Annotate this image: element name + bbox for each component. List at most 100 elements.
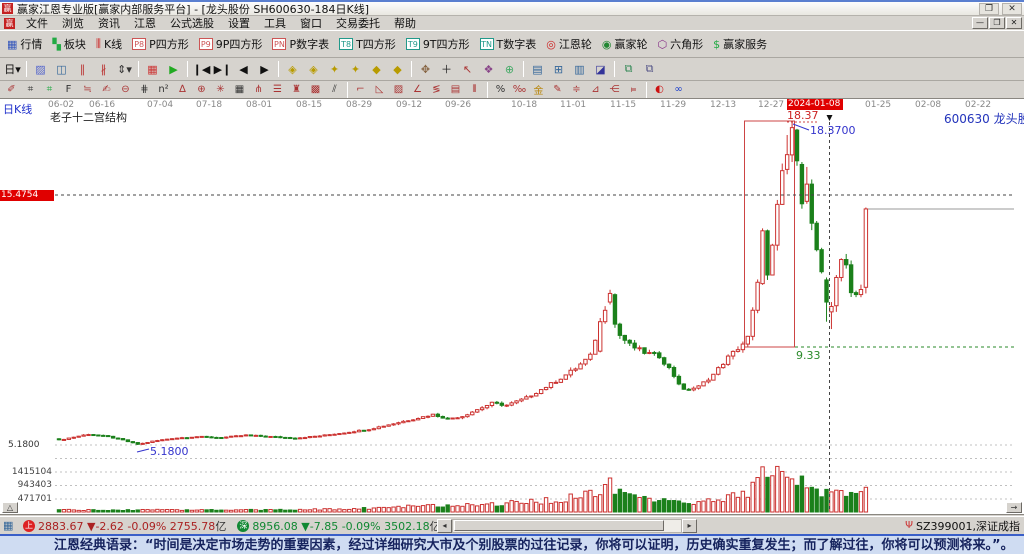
toolbar-p-table-button[interactable]: PNP数字表 — [267, 34, 334, 54]
gann-diamond-4-button[interactable]: ✦ — [346, 61, 365, 78]
draw-ink-tool[interactable]: ✎ — [549, 82, 566, 97]
draw-panel-tool[interactable]: ▤ — [447, 82, 464, 97]
scrollbar-thumb[interactable] — [454, 520, 664, 531]
flag-icon[interactable]: ▶ — [164, 61, 183, 78]
menu-5[interactable]: 设置 — [221, 15, 257, 31]
menu-1[interactable]: 浏览 — [55, 15, 91, 31]
period-day-dropdown[interactable]: 日▾ — [3, 61, 22, 78]
toolbar-winner-service-button[interactable]: $赢家服务 — [708, 34, 772, 54]
chart-window-icon[interactable]: ▨ — [31, 61, 50, 78]
mdi-restore-button[interactable]: ❐ — [989, 17, 1005, 29]
draw-wedge-tool[interactable]: ⊿ — [587, 82, 604, 97]
draw-fork-tool[interactable]: ⋔ — [250, 82, 267, 97]
current-index-panel[interactable]: Ψ SZ399001,深证成指 — [905, 518, 1020, 534]
horizontal-scrollbar[interactable]: ◂ ▸ — [437, 519, 697, 533]
scroll-right-button[interactable]: ▸ — [682, 519, 697, 533]
draw-vee-tool[interactable]: ≶ — [428, 82, 445, 97]
crosshair-tool-button[interactable]: ＋ — [437, 61, 456, 78]
gann-diamond-3-button[interactable]: ✦ — [325, 61, 344, 78]
draw-corner-tool[interactable]: ⌐ — [352, 82, 369, 97]
calendar-button[interactable]: ▤ — [528, 61, 547, 78]
draw-pen-tool[interactable]: ✐ — [3, 82, 20, 97]
toolbar-gann-wheel-button[interactable]: ◎江恩轮 — [541, 34, 597, 54]
shanghai-index-values[interactable]: 2883.67 ▼-2.62 -0.09% 2755.78亿 — [38, 518, 226, 534]
menu-7[interactable]: 窗口 — [293, 15, 329, 31]
nav-last-button[interactable]: ▶❙ — [213, 61, 232, 78]
board-view-icon[interactable]: ◫ — [52, 61, 71, 78]
draw-channel-tool[interactable]: ⫢ — [625, 82, 642, 97]
pointer-tool-button[interactable]: ↖ — [458, 61, 477, 78]
toolbar-p-square-button[interactable]: P8P四方形 — [127, 34, 194, 54]
kline-small2-icon[interactable]: ∦ — [94, 61, 113, 78]
menu-4[interactable]: 公式选股 — [163, 15, 221, 31]
draw-slats-tool[interactable]: ⫴ — [466, 82, 483, 97]
hand-tool-button[interactable]: ✥ — [416, 61, 435, 78]
wheel-tool-button[interactable]: ⊕ — [500, 61, 519, 78]
toolbar-t-square-button[interactable]: T8T四方形 — [334, 34, 401, 54]
draw-trend-f-tool[interactable]: ⋲ — [606, 82, 623, 97]
draw-ratio-tool[interactable]: % — [492, 82, 509, 97]
gann-diamond-5-button[interactable]: ◆ — [367, 61, 386, 78]
remote-2-button[interactable]: ⧉ — [640, 61, 659, 78]
draw-web-tool[interactable]: ▨ — [390, 82, 407, 97]
kline-small-icon[interactable]: ∥ — [73, 61, 92, 78]
draw-f-tool[interactable]: F — [60, 82, 77, 97]
toolbar-hexagon-button[interactable]: ⬡六角形 — [652, 34, 708, 54]
collapse-panel-button[interactable]: △ — [2, 502, 18, 513]
nav-prev-button[interactable]: ◀ — [234, 61, 253, 78]
draw-steps-tool[interactable]: ≑ — [568, 82, 585, 97]
expand-panel-button[interactable]: → — [1006, 502, 1022, 513]
scroll-left-button[interactable]: ◂ — [437, 519, 452, 533]
notes-button[interactable]: ▥ — [570, 61, 589, 78]
infinity-button[interactable]: ∞ — [670, 82, 687, 97]
draw-angle-tool[interactable]: ∠ — [409, 82, 426, 97]
menu-9[interactable]: 帮助 — [387, 15, 423, 31]
menu-6[interactable]: 工具 — [257, 15, 293, 31]
mdi-close-button[interactable]: ✕ — [1006, 17, 1022, 29]
kline-chart-area[interactable]: 06-0206-1607-0407-1808-0108-1508-2909-12… — [0, 99, 1024, 515]
restore-window-button[interactable]: ❐ — [979, 3, 999, 15]
menu-0[interactable]: 文件 — [19, 15, 55, 31]
draw-lines-tool[interactable]: ☰ — [269, 82, 286, 97]
menu-3[interactable]: 江恩 — [127, 15, 163, 31]
draw-target-tool[interactable]: ⊕ — [193, 82, 210, 97]
toolbar-9p-square-button[interactable]: P99P四方形 — [194, 34, 268, 54]
shenzhen-index-icon[interactable]: 深 — [237, 520, 249, 532]
calculator-button[interactable]: ⊞ — [549, 61, 568, 78]
save-button[interactable]: ◪ — [591, 61, 610, 78]
draw-gold-tool[interactable]: 金 — [530, 82, 547, 97]
menu-2[interactable]: 资讯 — [91, 15, 127, 31]
draw-permille-tool[interactable]: ‰ — [511, 82, 528, 97]
scrollbar-track[interactable] — [452, 519, 682, 533]
taiji-button[interactable]: ◐ — [651, 82, 668, 97]
draw-angle-a-tool[interactable]: ∆ — [174, 82, 191, 97]
scale-dropdown[interactable]: ⇕▾ — [115, 61, 134, 78]
nav-first-button[interactable]: ❙◀ — [192, 61, 211, 78]
draw-gann-grid-tool[interactable]: ⌗ — [41, 82, 58, 97]
draw-box-tool[interactable]: ▦ — [231, 82, 248, 97]
draw-rays-tool[interactable]: ◺ — [371, 82, 388, 97]
toolbar-sectors-button[interactable]: ▚板块 — [47, 34, 90, 54]
mdi-minimize-button[interactable]: — — [972, 17, 988, 29]
draw-cycle-tool[interactable]: ≒ — [79, 82, 96, 97]
draw-tower-tool[interactable]: ♜ — [288, 82, 305, 97]
shenzhen-index-values[interactable]: 8956.08 ▼-7.85 -0.09% 3502.18亿 — [252, 518, 440, 534]
red-grid-icon[interactable]: ▦ — [143, 61, 162, 78]
gann-diamond-2-button[interactable]: ◈ — [304, 61, 323, 78]
mark-tool-button[interactable]: ❖ — [479, 61, 498, 78]
remote-1-button[interactable]: ⧉ — [619, 61, 638, 78]
draw-bars-tool[interactable]: ⋕ — [136, 82, 153, 97]
draw-ellipse-tool[interactable]: ⊖ — [117, 82, 134, 97]
toolbar-quotes-button[interactable]: ▦行情 — [2, 34, 47, 54]
draw-grid2-tool[interactable]: ▩ — [307, 82, 324, 97]
toolbar-t-table-button[interactable]: TNT数字表 — [475, 34, 542, 54]
draw-hatch-tool[interactable]: ⌗ — [22, 82, 39, 97]
toolbar-9t-square-button[interactable]: T99T四方形 — [401, 34, 475, 54]
draw-n2-tool[interactable]: n² — [155, 82, 172, 97]
gann-diamond-6-button[interactable]: ◆ — [388, 61, 407, 78]
gann-diamond-1-button[interactable]: ◈ — [283, 61, 302, 78]
draw-star-tool[interactable]: ✳ — [212, 82, 229, 97]
market-grid-icon[interactable]: ▦ — [3, 519, 17, 532]
draw-sign-tool[interactable]: ✍ — [98, 82, 115, 97]
shanghai-index-icon[interactable]: 上 — [23, 520, 35, 532]
